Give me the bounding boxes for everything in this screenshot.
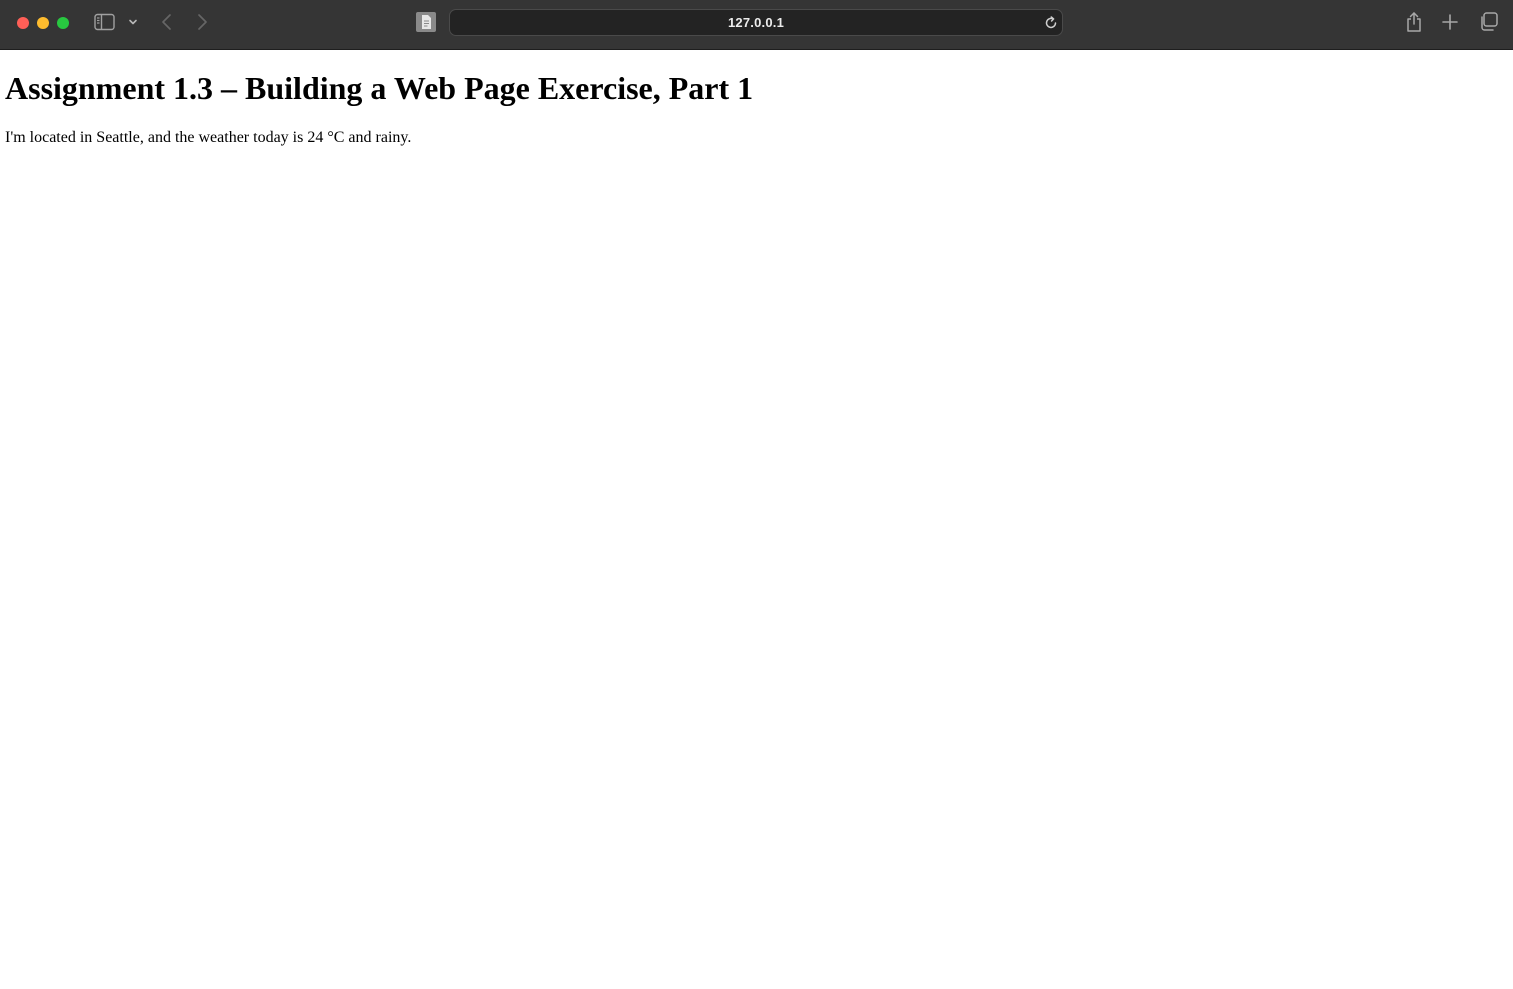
address-bar[interactable]: 127.0.0.1 <box>449 9 1063 36</box>
sidebar-icon[interactable] <box>94 13 116 31</box>
chevron-down-icon[interactable] <box>128 18 138 26</box>
browser-toolbar: 127.0.0.1 <box>0 0 1513 50</box>
minimize-window-button[interactable] <box>37 17 49 29</box>
page-heading: Assignment 1.3 – Building a Web Page Exe… <box>5 70 754 106</box>
reload-icon[interactable] <box>1044 16 1058 30</box>
tab-overview-icon[interactable] <box>1479 12 1499 32</box>
page-icon <box>416 12 436 32</box>
new-tab-icon[interactable] <box>1442 14 1458 30</box>
share-icon[interactable] <box>1405 11 1423 33</box>
page-paragraph: I'm located in Seattle, and the weather … <box>5 129 412 146</box>
close-window-button[interactable] <box>17 17 29 29</box>
forward-icon[interactable] <box>195 13 209 31</box>
address-url: 127.0.0.1 <box>727 15 784 30</box>
page-content: Assignment 1.3 – Building a Web Page Exe… <box>0 50 1513 989</box>
back-icon[interactable] <box>160 13 174 31</box>
zoom-window-button[interactable] <box>57 17 69 29</box>
